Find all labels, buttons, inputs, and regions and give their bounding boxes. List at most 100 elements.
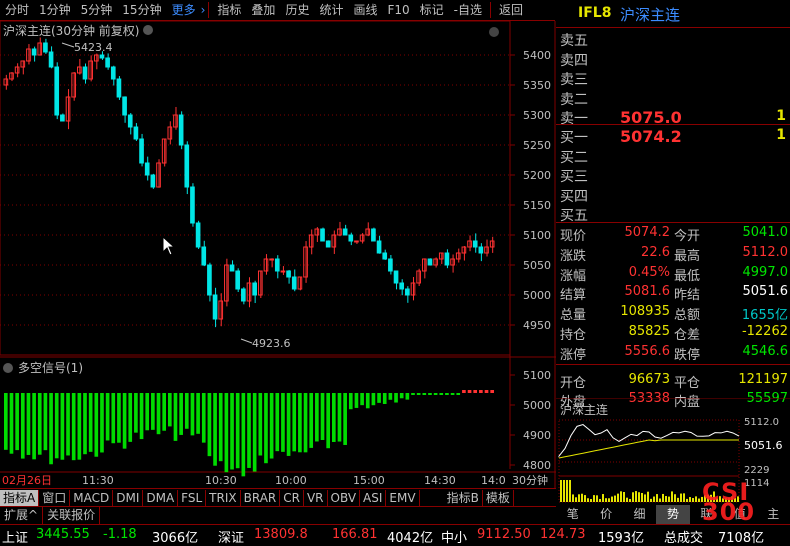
stat-label: 涨幅 [560, 268, 587, 284]
indicator-bar [162, 393, 166, 431]
indicator-bar [484, 390, 489, 393]
indicator-tab-1[interactable]: 窗口 [39, 489, 71, 506]
indicator-tab-4[interactable]: DMA [143, 489, 179, 506]
indicator-bar [326, 393, 330, 449]
x-tick-label: 11:30 [82, 474, 114, 487]
period-label[interactable]: 30分钟 [512, 473, 548, 487]
chart-menu-icon[interactable] [489, 27, 499, 37]
chart-title: 沪深主连(30分钟 前复权) [3, 23, 139, 38]
mini-volume-bar [635, 491, 637, 502]
candle-body [416, 270, 421, 284]
right-tab-0[interactable]: 笔 [556, 505, 589, 524]
toolbar-tab-11[interactable]: 标记 [415, 0, 449, 20]
indicator-tab-9[interactable]: VR [304, 489, 328, 506]
indicator-bar [445, 393, 449, 395]
watermark-text: CSI 300 [702, 478, 756, 526]
toolbar-tab-9[interactable]: 画线 [348, 0, 382, 20]
indicator-tab-14[interactable]: 指标B [444, 489, 483, 506]
candle-body [393, 270, 399, 284]
toolbar-tab-6[interactable]: 叠加 [246, 0, 280, 20]
indicator-tab-10[interactable]: OBV [328, 489, 361, 506]
candle-body [99, 54, 105, 59]
candle-body [190, 186, 195, 224]
stat-row: 开仓 96673 平仓 121197 [556, 372, 790, 391]
candle-body [241, 288, 246, 302]
zx-label[interactable]: 中小 [441, 527, 467, 546]
toolbar-tab-8[interactable]: 统计 [314, 0, 348, 20]
toolbar-tab-5[interactable]: 指标 [212, 0, 246, 20]
ob-label: 卖五 [560, 33, 588, 49]
toolbar-tab-7[interactable]: 历史 [280, 0, 314, 20]
candle-body [320, 228, 325, 242]
indicator-bar [37, 393, 42, 455]
expand-button[interactable]: 扩展^ [0, 507, 44, 524]
indicator-bar [190, 393, 195, 436]
toolbar-tab-2[interactable]: 5分钟 [76, 0, 118, 20]
toolbar-tab-13[interactable]: 返回 [494, 0, 528, 20]
orderbook-row[interactable]: 卖三 [556, 69, 790, 89]
stats-divider [556, 364, 790, 365]
candle-body [122, 96, 127, 116]
indicator-bar [134, 393, 138, 433]
indicator-tab-12[interactable]: EMV [386, 489, 420, 506]
y-tick-label: 5000 [523, 289, 551, 302]
orderbook-row[interactable]: 买三 [556, 166, 790, 186]
stat-value: 0.45% [628, 264, 670, 280]
stat-value: 121197 [738, 371, 788, 387]
zx-change: 124.73 [540, 527, 586, 542]
toolbar-tab-3[interactable]: 15分钟 [117, 0, 166, 20]
orderbook-row[interactable]: 卖二 [556, 89, 790, 109]
indicator-tab-5[interactable]: FSL [178, 489, 207, 506]
ob-label: 买三 [560, 169, 588, 185]
toolbar-tab-12[interactable]: -自选 [449, 0, 487, 20]
mini-volume-bar [692, 498, 694, 502]
indicator-tab-3[interactable]: DMI [113, 489, 144, 506]
stat-label: 平仓 [674, 375, 701, 391]
right-tab-2[interactable]: 细 [623, 505, 656, 524]
indicator-settings-icon[interactable] [3, 363, 13, 373]
more-chevron-icon[interactable]: › [201, 0, 206, 20]
indicator-bar [145, 393, 150, 431]
toolbar-tab-1[interactable]: 1分钟 [34, 0, 76, 20]
candle-body [127, 114, 133, 128]
orderbook-row[interactable]: 买一 5074.2 1 [556, 127, 790, 147]
toolbar-tab-0[interactable]: 分时 [0, 0, 34, 20]
indicator-bar [224, 393, 229, 473]
indicator-tab-11[interactable]: ASI [360, 489, 387, 506]
candle-body [399, 282, 405, 290]
right-tab-3[interactable]: 势 [656, 505, 690, 524]
indicator-bar [54, 393, 59, 459]
indicator-bar [360, 393, 364, 406]
indicator-bar [479, 390, 483, 393]
indicator-tab-2[interactable]: MACD [70, 489, 114, 506]
orderbook-row[interactable]: 买四 [556, 186, 790, 206]
mini-volume-bar [668, 496, 670, 502]
stat-value: 1655亿 [741, 308, 788, 324]
ob-volume: 1 [776, 108, 786, 124]
orderbook-row[interactable]: 卖一 5075.0 1 [556, 108, 790, 128]
orderbook-row[interactable]: 卖四 [556, 50, 790, 70]
related-quote-button[interactable]: 关联报价 [43, 507, 101, 524]
sz-label[interactable]: 深证 [218, 527, 244, 546]
kline-chart[interactable]: 沪深主连(30分钟 前复权) 5400 5350 5300 5250 5200 5150 51… [0, 21, 556, 488]
mini-volume-bar [581, 493, 583, 502]
indicator-bar [100, 393, 104, 453]
toolbar-tab-4[interactable]: 更多 [167, 0, 201, 20]
settings-circle-icon[interactable] [143, 25, 153, 35]
toolbar-tab-10[interactable]: F10 [382, 0, 414, 20]
stat-value: 108935 [620, 304, 670, 320]
indicator-tab-7[interactable]: BRAR [241, 489, 281, 506]
indicator-tab-8[interactable]: CR [280, 489, 304, 506]
sh-label[interactable]: 上证 [2, 527, 28, 546]
candle-body [478, 246, 484, 254]
orderbook-row[interactable]: 买二 [556, 147, 790, 167]
stat-row: 结算 5081.6 昨结 5051.6 [556, 284, 790, 303]
orderbook-row[interactable]: 卖五 [556, 30, 790, 50]
indicator-bar [15, 393, 19, 451]
indicator-tab-6[interactable]: TRIX [206, 489, 241, 506]
indicator-tab-15[interactable]: 模板 [483, 489, 514, 506]
stat-value: 5081.6 [624, 284, 671, 300]
indicator-tab-0[interactable]: 指标A [0, 489, 40, 506]
right-tab-1[interactable]: 价 [589, 505, 622, 524]
indicator-bar [196, 393, 200, 434]
